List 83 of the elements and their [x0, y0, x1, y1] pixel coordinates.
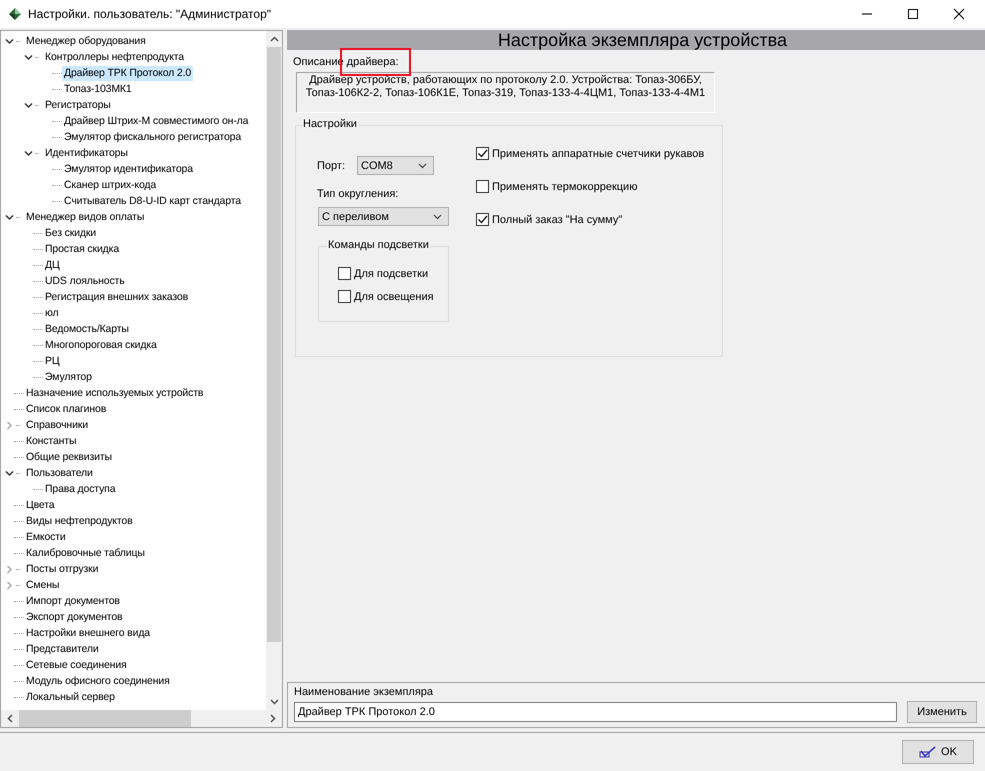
scroll-up-icon[interactable] — [270, 36, 278, 42]
tree-item[interactable]: Сканер штрих-кода — [62, 178, 158, 192]
maximize-icon[interactable] — [907, 8, 919, 20]
vertical-scrollbar[interactable] — [266, 31, 282, 710]
tree-item[interactable]: Импорт документов — [24, 594, 122, 608]
checkmark-icon — [919, 746, 938, 758]
tree-item[interactable]: Считыватель D8-U-ID карт стандарта — [62, 194, 243, 208]
checkbox-label: Применять термокоррекцию — [492, 180, 638, 192]
port-label: Порт: — [317, 160, 345, 172]
tree-item[interactable]: юл — [43, 306, 60, 320]
ok-button[interactable]: OK — [902, 740, 974, 764]
tree-item[interactable]: Контроллеры нефтепродукта — [43, 50, 186, 64]
horizontal-scrollbar[interactable] — [1, 710, 282, 727]
tree-item[interactable]: Виды нефтепродуктов — [24, 514, 135, 528]
checkbox[interactable] — [338, 267, 351, 280]
tree-item[interactable]: Простая скидка — [43, 242, 122, 256]
tree-item[interactable]: Локальный сервер — [24, 690, 117, 704]
chevron-down-icon — [418, 162, 427, 168]
checkbox[interactable] — [476, 213, 489, 226]
tree-item[interactable]: Эмулятор фискального регистратора — [62, 130, 244, 144]
checkbox-label: Полный заказ "На сумму" — [492, 214, 622, 226]
tree-item[interactable]: Эмулятор — [43, 370, 94, 384]
chevron-down-icon — [433, 214, 442, 220]
collapse-icon[interactable] — [24, 100, 33, 110]
change-button[interactable]: Изменить — [907, 701, 977, 723]
collapse-icon[interactable] — [5, 36, 14, 46]
tree-item[interactable]: Менеджер оборудования — [24, 34, 148, 48]
tree-item[interactable]: Сетевые соединения — [24, 658, 129, 672]
port-dropdown[interactable]: COM8 — [357, 156, 434, 175]
tree-item[interactable]: Общие реквизиты — [24, 450, 114, 464]
checkbox[interactable] — [338, 290, 351, 303]
scroll-down-icon[interactable] — [270, 699, 278, 705]
tree-item[interactable]: ДЦ — [43, 258, 62, 272]
tree-item[interactable]: Настройки внешнего вида — [24, 626, 152, 640]
collapse-icon[interactable] — [5, 212, 14, 222]
tree-item[interactable]: РЦ — [43, 354, 62, 368]
tree-item[interactable]: Драйвер ТРК Протокол 2.0 — [62, 66, 194, 80]
close-icon[interactable] — [953, 8, 965, 20]
tree-item[interactable]: Константы — [24, 434, 78, 448]
tree-item[interactable]: Экспорт документов — [24, 610, 124, 624]
tree-item[interactable]: UDS лояльность — [43, 274, 127, 288]
tree-item[interactable]: Модуль офисного соединения — [24, 674, 172, 688]
tree-item[interactable]: Регистраторы — [43, 98, 113, 112]
tree-item[interactable]: Емкости — [24, 530, 68, 544]
tree-item[interactable]: Многопороговая скидка — [43, 338, 159, 352]
collapse-icon[interactable] — [24, 148, 33, 158]
tree-item[interactable]: Идентификаторы — [43, 146, 130, 160]
description-box: Драйвер устройств, работающих по протоколу 2.0. Устройства: Топаз-306БУ, Топаз-106К2-2, Топаз-106К1Е, Топаз-319, Топаз-133-4-4ЦМ1, Топаз-133-4-4М1 — [296, 72, 715, 113]
tree-item[interactable]: Список плагинов — [24, 402, 108, 416]
tree-item[interactable]: Цвета — [24, 498, 56, 512]
scroll-left-icon[interactable] — [7, 714, 13, 723]
tree-item[interactable]: Регистрация внешних заказов — [43, 290, 190, 304]
checkbox[interactable] — [476, 180, 489, 193]
tree-item[interactable]: Назначение используемых устройств — [24, 386, 206, 400]
group-title: Настройки — [302, 118, 358, 130]
panel-header: Настройка экземпляра устройства — [287, 30, 985, 50]
collapse-icon[interactable] — [5, 468, 14, 478]
checkbox-label: Для освещения — [354, 290, 434, 302]
tree-item[interactable]: Калибровочные таблицы — [24, 546, 147, 560]
tree-item[interactable]: Эмулятор идентификатора — [62, 162, 195, 176]
tree-item[interactable]: Топаз-103МК1 — [62, 82, 134, 96]
scroll-right-icon[interactable] — [270, 714, 276, 723]
checkbox[interactable] — [476, 147, 489, 160]
window-title: Настройки. пользователь: "Администратор" — [28, 7, 272, 21]
tree-item[interactable]: Менеджер видов оплаты — [24, 210, 146, 224]
app-icon — [8, 7, 22, 21]
tree-item[interactable]: Права доступа — [43, 482, 118, 496]
tree-item[interactable]: Ведомость/Карты — [43, 322, 131, 336]
tree-item[interactable]: Пользователи — [24, 466, 95, 480]
checkbox-label: Для подсветки — [354, 268, 428, 280]
rounding-label: Тип округления: — [317, 188, 400, 200]
tree-item[interactable]: Посты отгрузки — [24, 562, 100, 576]
tree-item[interactable]: Справочники — [24, 418, 90, 432]
group-title: Команды подсветки — [327, 239, 430, 251]
instance-name-field[interactable]: Драйвер ТРК Протокол 2.0 — [294, 702, 897, 722]
collapse-icon[interactable] — [24, 52, 33, 62]
tree-item[interactable]: Представители — [24, 642, 101, 656]
rounding-dropdown[interactable]: С переливом — [318, 207, 449, 226]
tree-item[interactable]: Смены — [24, 578, 62, 592]
instance-label: Наименование экземпляра — [294, 686, 434, 698]
tree-item[interactable]: Без скидки — [43, 226, 98, 240]
checkbox-label: Применять аппаратные счетчики рукавов — [492, 148, 704, 160]
tree-item[interactable]: Драйвер Штрих-М совместимого он-ла — [62, 114, 250, 128]
